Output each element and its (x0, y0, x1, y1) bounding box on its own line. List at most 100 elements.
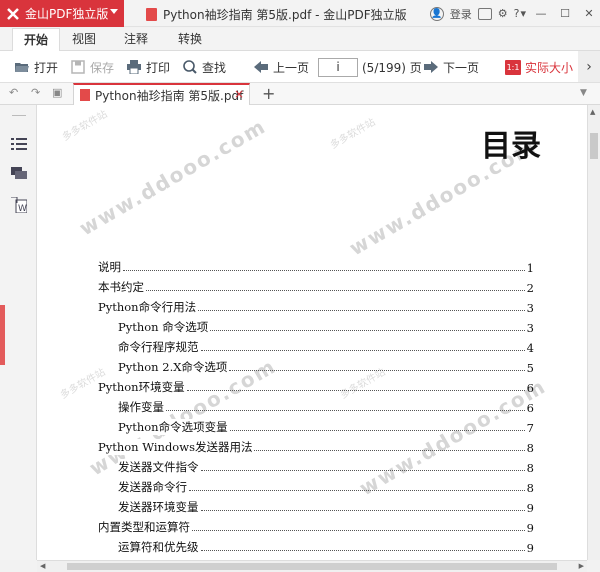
pdf-file-icon (146, 8, 157, 21)
toc-entry-title: 命令行程序规范 (118, 339, 201, 355)
scroll-up-arrow-icon[interactable]: ▲ (590, 108, 595, 116)
toc-entry-title: 内置类型和运算符 (98, 519, 192, 535)
document-tab[interactable]: Python袖珍指南 第5版.pdf × (73, 83, 250, 105)
toc-entry-title: Python环境变量 (98, 379, 187, 395)
toc-row[interactable]: 运算符和优先级 9 (98, 535, 534, 555)
toc-row[interactable]: 命令行程序规范 4 (98, 335, 534, 355)
toc-row[interactable]: Python命令行用法 3 (98, 295, 534, 315)
toc-entry-title: 发送器环境变量 (118, 499, 201, 515)
tab-convert[interactable]: 转换 (172, 28, 208, 51)
pdf-to-word-icon[interactable]: W (11, 196, 28, 214)
settings-gear-icon[interactable]: ⚙ (498, 7, 508, 20)
toc-leader-dots (123, 270, 525, 271)
tab-home[interactable]: 开始 (12, 28, 60, 52)
actual-size-button[interactable]: 1:1 实际大小 (505, 58, 573, 76)
save-label: 保存 (90, 60, 115, 75)
chevron-down-icon (110, 9, 118, 14)
toc-leader-dots (200, 350, 525, 351)
svg-text:W: W (18, 204, 27, 213)
print-label: 打印 (146, 60, 171, 75)
minimize-icon[interactable]: — (532, 7, 550, 20)
toc-row[interactable]: 内置类型和运算符 9 (98, 515, 534, 535)
add-tab-button[interactable]: + (262, 84, 275, 103)
toc-entry-title: Python 命令选项 (118, 319, 211, 335)
folder-open-icon (14, 60, 30, 74)
ribbon-tabs: 开始 视图 注释 转换 (0, 28, 600, 52)
user-icon[interactable]: 👤 (429, 6, 444, 21)
document-view[interactable]: www.ddooo.com www.ddooo.com www.ddooo.co… (37, 105, 587, 560)
toc-page-number: 3 (526, 321, 534, 335)
maximize-icon[interactable]: ☐ (556, 7, 574, 20)
actual-size-label: 实际大小 (525, 60, 574, 75)
toc-row[interactable]: 发送器文件指令 8 (98, 455, 534, 475)
toc-entry-title: Python Windows发送器用法 (98, 439, 255, 455)
toc-row[interactable]: Python 2.X命令选项 5 (98, 355, 534, 375)
dropdown-arrow-icon[interactable]: ▾ (520, 7, 526, 20)
horizontal-scroll-thumb[interactable] (67, 563, 557, 570)
window-title: Python袖珍指南 第5版.pdf - 金山PDF独立版 (146, 6, 407, 23)
arrow-left-icon (253, 60, 269, 74)
actual-size-icon: 1:1 (505, 59, 521, 75)
horizontal-scrollbar[interactable]: ◀ ▶ (37, 560, 587, 572)
toc-row[interactable]: 本书约定 2 (98, 275, 534, 295)
toc-page-number: 8 (526, 441, 534, 455)
vertical-scroll-thumb[interactable] (590, 133, 598, 159)
save-disk-icon (70, 60, 86, 74)
find-button[interactable]: 查找 (182, 58, 226, 76)
vertical-scrollbar[interactable]: ▲ (587, 105, 600, 560)
open-button[interactable]: 打开 (14, 58, 58, 76)
toc-leader-dots (254, 450, 525, 451)
toc-entry-title: 发送器文件指令 (118, 459, 201, 475)
toolbar-overflow-arrow[interactable]: › (578, 51, 600, 82)
toc-page-number: 6 (526, 381, 534, 395)
toc-row[interactable]: Python命令选项变量 7 (98, 415, 534, 435)
page-number-input[interactable]: i (318, 58, 358, 77)
title-bar: 金山PDF独立版 Python袖珍指南 第5版.pdf - 金山PDF独立版 👤… (0, 0, 600, 27)
toc-page-number: 1 (526, 261, 534, 275)
toc-row[interactable]: Python Windows发送器用法 8 (98, 435, 534, 455)
search-icon (182, 60, 198, 74)
next-page-label: 下一页 (443, 60, 480, 75)
toc-row[interactable]: 操作变量 6 (98, 395, 534, 415)
prev-page-button[interactable]: 上一页 (253, 58, 309, 76)
toc-entry-title: 本书约定 (98, 279, 146, 295)
help-icon[interactable]: ? (514, 7, 520, 20)
skin-icon[interactable] (477, 7, 492, 20)
login-link[interactable]: 登录 (450, 6, 472, 22)
close-tab-icon[interactable]: × (234, 87, 244, 101)
toc-row[interactable]: 说明 1 (98, 255, 534, 275)
toc-entry-title: Python命令选项变量 (118, 419, 230, 435)
close-window-icon[interactable]: ✕ (580, 7, 598, 20)
window-title-text: Python袖珍指南 第5版.pdf - 金山PDF独立版 (163, 8, 407, 22)
toc-entry-title: 运算符和优先级 (118, 539, 201, 555)
watermark: www.ddooo.com (75, 113, 271, 241)
save-button[interactable]: 保存 (70, 58, 114, 76)
toc-leader-dots (200, 550, 525, 551)
toc-row[interactable]: 发送器环境变量 9 (98, 495, 534, 515)
outline-list-icon[interactable] (11, 137, 27, 151)
table-of-contents: 说明 1 本书约定 2 Python命令行用法 3 Python 命令选项 3 命令行程序规范 4… (98, 255, 534, 555)
arrow-right-icon (423, 60, 439, 74)
toc-row[interactable]: Python环境变量 6 (98, 375, 534, 395)
sidebar-collapse-handle[interactable] (0, 305, 5, 365)
toc-leader-dots (229, 430, 525, 431)
toc-leader-dots (198, 310, 525, 311)
undo-icon[interactable]: ↶ (9, 87, 21, 99)
page-count: (5/199) 页 (362, 60, 422, 75)
next-page-button[interactable]: 下一页 (423, 58, 479, 76)
scroll-right-arrow-icon[interactable]: ▶ (579, 562, 584, 570)
tab-view[interactable]: 视图 (66, 28, 102, 51)
print-button[interactable]: 打印 (126, 58, 170, 76)
comments-icon[interactable] (11, 167, 27, 181)
scroll-left-arrow-icon[interactable]: ◀ (40, 562, 45, 570)
tab-annotate[interactable]: 注释 (118, 28, 154, 51)
toc-page-number: 3 (526, 301, 534, 315)
toc-page-number: 9 (526, 501, 534, 515)
find-label: 查找 (202, 60, 227, 75)
tab-list-dropdown-icon[interactable]: ▼ (580, 87, 592, 99)
app-menu-button[interactable]: 金山PDF独立版 (0, 0, 124, 27)
quick-save-icon[interactable]: ▣ (52, 87, 64, 99)
toc-row[interactable]: 发送器命令行 8 (98, 475, 534, 495)
redo-icon[interactable]: ↷ (31, 87, 43, 99)
toc-row[interactable]: Python 命令选项 3 (98, 315, 534, 335)
